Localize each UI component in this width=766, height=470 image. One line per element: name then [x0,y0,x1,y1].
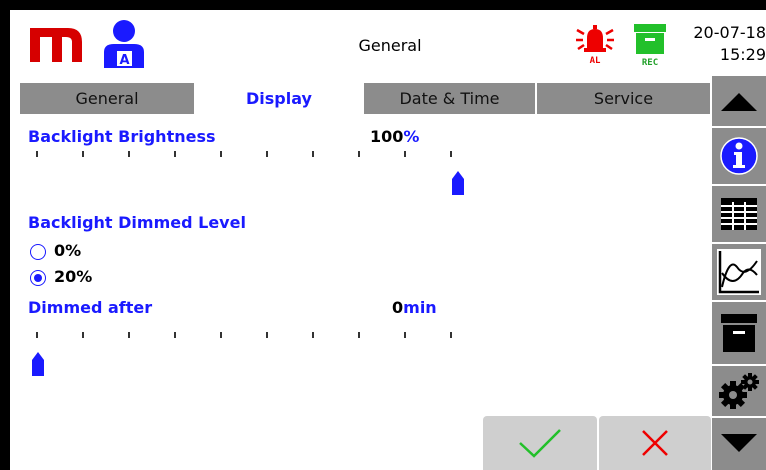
dimmed-after-value: 0 [392,298,404,317]
slider-tick [82,332,84,338]
info-icon [720,137,758,175]
slider-tick [220,151,222,157]
radio-button[interactable] [30,244,46,260]
slider-tick [128,332,130,338]
slider-tick [358,332,360,338]
dimmed-after-label: Dimmed after [28,298,153,317]
confirm-button[interactable] [483,416,597,470]
scroll-down-button[interactable] [712,416,766,470]
slider-tick [36,332,38,338]
cross-icon [642,430,668,456]
table-grid-icon [721,198,757,230]
table-view-button[interactable] [712,184,766,242]
slider-tick [450,151,452,157]
dimmed-after-readout: 0min [392,298,437,317]
option-label: 20% [54,267,93,286]
radio-button[interactable] [30,270,46,286]
slider-tick [220,332,222,338]
info-button[interactable] [712,126,766,184]
trend-chart-icon [717,249,761,295]
settings-button[interactable] [712,364,766,416]
slider-thumb[interactable] [32,352,44,376]
cancel-button[interactable] [599,416,711,470]
archive-button[interactable] [712,300,766,364]
archive-box-icon [721,314,757,352]
slider-tick [404,151,406,157]
arrow-down-icon [721,434,757,452]
slider-tick [404,332,406,338]
settings-gears-icon [719,373,759,409]
brightness-slider[interactable] [10,10,710,210]
slider-thumb[interactable] [452,171,464,195]
slider-tick [174,332,176,338]
scroll-up-button[interactable] [712,74,766,126]
slider-tick [450,332,452,338]
arrow-up-icon [721,93,757,111]
slider-tick [312,332,314,338]
slider-tick [128,151,130,157]
dimmed-level-label: Backlight Dimmed Level [28,213,246,232]
checkmark-icon [519,429,561,458]
slider-tick [82,151,84,157]
dimmed-after-unit: min [403,298,437,317]
screen: A General AL REC 20-07-18 15:29 General … [10,10,766,470]
option-label: 0% [54,241,82,260]
trend-view-button[interactable] [712,242,766,300]
slider-tick [174,151,176,157]
slider-tick [266,151,268,157]
slider-tick [358,151,360,157]
slider-tick [266,332,268,338]
slider-tick [36,151,38,157]
slider-tick [312,151,314,157]
